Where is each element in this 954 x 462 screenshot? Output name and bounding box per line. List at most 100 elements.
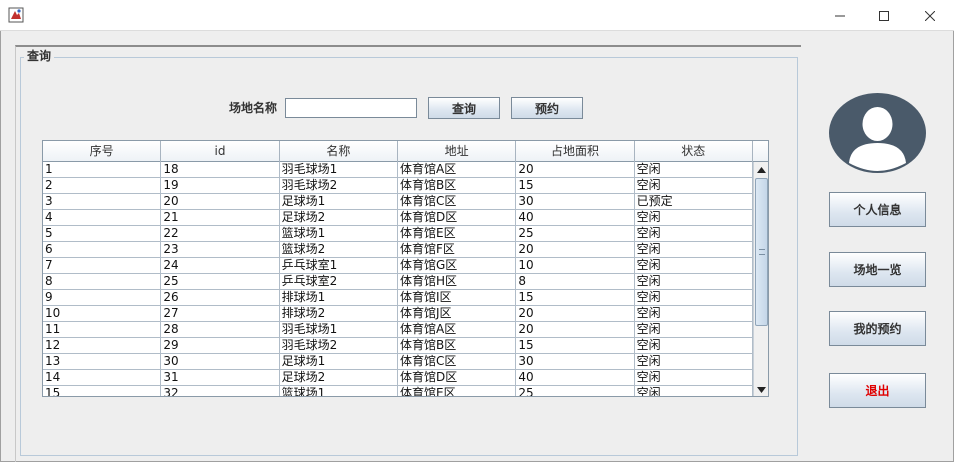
table-cell: 足球场2	[280, 210, 398, 225]
table-cell: 体育馆E区	[398, 226, 517, 241]
search-button[interactable]: 查询	[428, 97, 500, 119]
table-body[interactable]: 1 18 羽毛球场1 体育馆A区 20 空闲 2 19 羽毛球场2 体育馆B区 15 空闲 3 20 足球场…	[43, 162, 753, 396]
table-row[interactable]: 2 19 羽毛球场2 体育馆B区 15 空闲	[43, 178, 753, 194]
table-cell: 11	[43, 322, 162, 337]
table-cell: 体育馆G区	[398, 258, 517, 273]
table-cell: 乒乓球室1	[280, 258, 398, 273]
table-cell: 12	[43, 338, 162, 353]
vertical-scrollbar[interactable]	[753, 162, 768, 396]
exit-button[interactable]: 退出	[829, 373, 926, 408]
table-cell: 空闲	[635, 242, 753, 257]
table-header: 序号 id 名称 地址 占地面积 状态	[43, 141, 753, 162]
table-cell: 体育馆A区	[398, 322, 517, 337]
table-cell: 体育馆E区	[398, 386, 517, 396]
table-cell: 8	[43, 274, 162, 289]
user-avatar-icon	[829, 93, 926, 173]
table-cell: 31	[161, 370, 280, 385]
table-cell: 体育馆C区	[398, 354, 517, 369]
table-cell: 10	[516, 258, 635, 273]
table-cell: 空闲	[635, 258, 753, 273]
table-cell: 18	[161, 162, 280, 177]
table-cell: 15	[516, 290, 635, 305]
table-cell: 空闲	[635, 226, 753, 241]
column-header[interactable]: 名称	[280, 141, 398, 162]
table-row[interactable]: 4 21 足球场2 体育馆D区 40 空闲	[43, 210, 753, 226]
table-cell: 13	[43, 354, 162, 369]
table-cell: 7	[43, 258, 162, 273]
table-cell: 30	[161, 354, 280, 369]
column-header[interactable]: 序号	[43, 141, 162, 162]
column-header[interactable]: 状态	[635, 141, 753, 162]
table-cell: 25	[516, 226, 635, 241]
scroll-grip-icon	[759, 249, 765, 255]
table-row[interactable]: 9 26 排球场1 体育馆I区 15 空闲	[43, 290, 753, 306]
table-cell: 体育馆D区	[398, 370, 517, 385]
scroll-up-arrow-icon[interactable]	[754, 162, 768, 177]
table-cell: 40	[516, 210, 635, 225]
table-row[interactable]: 5 22 篮球场1 体育馆E区 25 空闲	[43, 226, 753, 242]
column-header[interactable]: 占地面积	[516, 141, 635, 162]
table-cell: 体育馆F区	[398, 242, 517, 257]
table-row[interactable]: 7 24 乒乓球室1 体育馆G区 10 空闲	[43, 258, 753, 274]
table-cell: 体育馆C区	[398, 194, 517, 209]
table-cell: 排球场2	[280, 306, 398, 321]
table-row[interactable]: 8 25 乒乓球室2 体育馆H区 8 空闲	[43, 274, 753, 290]
table-row[interactable]: 15 32 篮球场1 体育馆E区 25 空闲	[43, 386, 753, 396]
table-cell: 空闲	[635, 370, 753, 385]
scroll-down-arrow-icon[interactable]	[754, 382, 768, 396]
table-cell: 27	[161, 306, 280, 321]
scroll-thumb[interactable]	[755, 178, 768, 326]
table-cell: 19	[161, 178, 280, 193]
table-cell: 8	[516, 274, 635, 289]
table-cell: 3	[43, 194, 162, 209]
table-cell: 体育馆B区	[398, 178, 517, 193]
table-cell: 22	[161, 226, 280, 241]
table-cell: 空闲	[635, 322, 753, 337]
table-cell: 体育馆J区	[398, 306, 517, 321]
table-cell: 20	[516, 322, 635, 337]
table-row[interactable]: 6 23 篮球场2 体育馆F区 20 空闲	[43, 242, 753, 258]
venue-table[interactable]: 序号 id 名称 地址 占地面积 状态 1 18 羽毛球场1 体育馆A区 20 空闲 2 19 羽毛球场2…	[42, 140, 769, 397]
table-cell: 21	[161, 210, 280, 225]
table-cell: 篮球场2	[280, 242, 398, 257]
column-header[interactable]: 地址	[398, 141, 517, 162]
table-row[interactable]: 3 20 足球场1 体育馆C区 30 已预定	[43, 194, 753, 210]
table-cell: 空闲	[635, 306, 753, 321]
table-cell: 25	[516, 386, 635, 396]
table-row[interactable]: 14 31 足球场2 体育馆D区 40 空闲	[43, 370, 753, 386]
table-row[interactable]: 11 28 羽毛球场1 体育馆A区 20 空闲	[43, 322, 753, 338]
table-cell: 30	[516, 354, 635, 369]
table-cell: 足球场1	[280, 194, 398, 209]
table-cell: 20	[161, 194, 280, 209]
table-cell: 空闲	[635, 290, 753, 305]
minimize-icon[interactable]	[817, 0, 863, 31]
table-cell: 排球场1	[280, 290, 398, 305]
maximize-icon[interactable]	[861, 0, 907, 31]
table-cell: 空闲	[635, 210, 753, 225]
table-cell: 空闲	[635, 338, 753, 353]
close-icon[interactable]	[907, 0, 953, 31]
table-cell: 足球场1	[280, 354, 398, 369]
table-cell: 体育馆H区	[398, 274, 517, 289]
reserve-button[interactable]: 预约	[511, 97, 583, 119]
title-bar[interactable]	[0, 0, 954, 31]
table-cell: 1	[43, 162, 162, 177]
table-cell: 20	[516, 162, 635, 177]
table-cell: 30	[516, 194, 635, 209]
table-cell: 20	[516, 306, 635, 321]
table-cell: 空闲	[635, 162, 753, 177]
venue-name-input[interactable]	[285, 98, 417, 118]
table-cell: 15	[516, 338, 635, 353]
table-row[interactable]: 12 29 羽毛球场2 体育馆B区 15 空闲	[43, 338, 753, 354]
table-row[interactable]: 1 18 羽毛球场1 体育馆A区 20 空闲	[43, 162, 753, 178]
table-row[interactable]: 13 30 足球场1 体育馆C区 30 空闲	[43, 354, 753, 370]
table-cell: 体育馆A区	[398, 162, 517, 177]
column-header[interactable]: id	[161, 141, 280, 162]
profile-button[interactable]: 个人信息	[829, 192, 926, 227]
table-row[interactable]: 10 27 排球场2 体育馆J区 20 空闲	[43, 306, 753, 322]
table-cell: 空闲	[635, 178, 753, 193]
table-cell: 14	[43, 370, 162, 385]
my-reservations-button[interactable]: 我的预约	[829, 311, 926, 346]
table-cell: 40	[516, 370, 635, 385]
venue-list-button[interactable]: 场地一览	[829, 252, 926, 287]
